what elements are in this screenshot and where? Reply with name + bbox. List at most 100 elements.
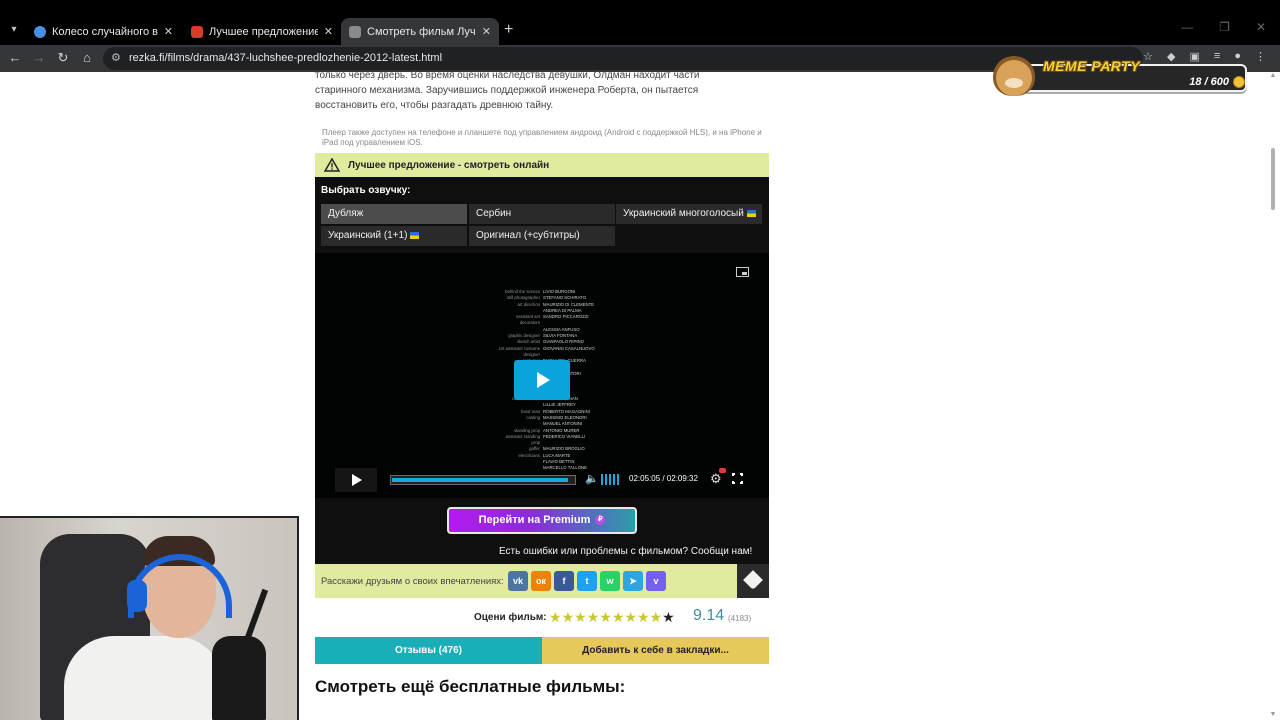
- scroll-up-icon[interactable]: ▲: [1268, 72, 1278, 79]
- progress-fill: [392, 478, 568, 482]
- credit-line: assistant standing prop FEDERICO VIANELLI: [497, 434, 607, 447]
- player-header: Лучшее предложение - смотреть онлайн: [315, 153, 769, 177]
- voice-option-ukr-1plus1[interactable]: Украинский (1+1): [321, 226, 467, 246]
- tab-wheel[interactable]: Колесо случайного выбора – Ч ✕: [26, 18, 181, 45]
- rating-stars[interactable]: ★ ★ ★ ★ ★ ★ ★ ★ ★ ★: [549, 609, 675, 625]
- ukraine-flag-icon: [746, 209, 756, 217]
- forward-icon[interactable]: →: [30, 49, 48, 67]
- tab-watch-movie[interactable]: Смотреть фильм Лучшее предл ✕: [341, 18, 499, 45]
- movie-description: только через дверь. Во время оценки насл…: [315, 70, 700, 111]
- player-section: Лучшее предложение - смотреть онлайн Выб…: [315, 153, 769, 598]
- meme-party-title: MEME PARTY: [1043, 58, 1141, 74]
- hd-badge: [719, 468, 726, 473]
- page-scrollbar[interactable]: ▲ ▼: [1268, 72, 1278, 720]
- voice-option-label: Оригинал (+субтитры): [476, 230, 580, 241]
- tab-movie-info[interactable]: Лучшее предложение, 2012 – ✕: [183, 18, 341, 45]
- whatsapp-share-icon[interactable]: w: [600, 571, 620, 591]
- viber-share-icon[interactable]: v: [646, 571, 666, 591]
- picture-in-picture-icon[interactable]: [736, 267, 749, 277]
- rating-star-icon[interactable]: ★: [624, 609, 637, 625]
- voice-option-dub[interactable]: Дубляж: [321, 204, 467, 224]
- ukraine-flag-icon: [410, 231, 420, 239]
- close-tab-icon[interactable]: ✕: [482, 25, 491, 38]
- voice-option-label: Сербин: [476, 208, 512, 219]
- rating-star-icon[interactable]: ★: [587, 609, 600, 625]
- reviews-button[interactable]: Отзывы (476): [315, 637, 542, 664]
- rating-star-icon[interactable]: ★: [637, 609, 650, 625]
- site-info-icon[interactable]: ⚙: [111, 51, 121, 64]
- voice-option-serbin[interactable]: Сербин: [469, 204, 615, 224]
- rating-star-icon[interactable]: ★: [662, 609, 675, 625]
- share-icons: vk ок f t w ➤ v: [508, 571, 666, 591]
- voice-option-original[interactable]: Оригинал (+субтитры): [469, 226, 615, 246]
- rating-star-icon[interactable]: ★: [574, 609, 587, 625]
- credit-name: GIOVANNI CASALNUOVO: [543, 345, 595, 351]
- credit-line: 1st assistant costume designer GIOVANNI C…: [497, 346, 607, 359]
- close-window-icon[interactable]: ✕: [1256, 20, 1266, 34]
- rating-star-icon[interactable]: ★: [549, 609, 562, 625]
- share-bar: Расскажи друзьям о своих впечатлениях: v…: [315, 564, 737, 598]
- webcam-overlay: [0, 516, 299, 720]
- premium-label: Перейти на Premium: [478, 514, 591, 526]
- playback-time: 02:05:05 / 02:09:32: [629, 474, 698, 483]
- webcam-microphone: [212, 636, 266, 720]
- tab-title: Лучшее предложение, 2012 –: [209, 25, 318, 38]
- credit-role: 1st assistant costume designer: [498, 345, 540, 357]
- tab-favicon-icon: [34, 25, 46, 38]
- voice-option-label: Украинский многоголосый: [623, 208, 744, 219]
- settings-gear-icon[interactable]: ⚙: [710, 471, 722, 487]
- voice-label: Выбрать озвучку:: [321, 185, 411, 196]
- doge-avatar: [993, 56, 1035, 96]
- tab-title: Смотреть фильм Лучшее предл: [367, 25, 476, 38]
- rating-label: Оцени фильм:: [474, 612, 547, 623]
- progress-bar[interactable]: [390, 475, 576, 485]
- reload-icon[interactable]: ↻: [54, 49, 72, 67]
- ok-share-icon[interactable]: ок: [531, 571, 551, 591]
- facebook-share-icon[interactable]: f: [554, 571, 574, 591]
- credit-role: assistant standing prop: [505, 433, 540, 446]
- rating-star-icon[interactable]: ★: [650, 609, 663, 625]
- more-movies-heading: Смотреть ещё бесплатные фильмы:: [315, 677, 626, 696]
- close-tab-icon[interactable]: ✕: [164, 25, 173, 38]
- report-problem-link[interactable]: Есть ошибки или проблемы с фильмом? Сооб…: [499, 546, 752, 557]
- new-tab-button[interactable]: +: [504, 21, 513, 39]
- player-title: Лучшее предложение - смотреть онлайн: [348, 159, 550, 171]
- address-bar[interactable]: ⚙ rezka.fi/films/drama/437-luchshee-pred…: [103, 47, 1143, 70]
- tab-search-icon[interactable]: ▾: [6, 22, 22, 38]
- fullscreen-icon[interactable]: [731, 472, 744, 485]
- scroll-down-icon[interactable]: ▼: [1268, 711, 1278, 718]
- volume-slider[interactable]: [601, 474, 619, 485]
- play-button[interactable]: [335, 468, 377, 492]
- rating-star-icon[interactable]: ★: [599, 609, 612, 625]
- rating-star-icon[interactable]: ★: [612, 609, 625, 625]
- premium-coin-icon: ₽: [595, 515, 606, 526]
- scroll-thumb[interactable]: [1271, 148, 1275, 210]
- player-controls: 🔈 02:05:05 / 02:09:32 ⚙: [335, 468, 749, 492]
- rating-score: 9.14: [693, 607, 725, 624]
- add-bookmark-button[interactable]: Добавить к себе в закладки...: [542, 637, 769, 664]
- close-tab-icon[interactable]: ✕: [324, 25, 333, 38]
- warning-icon: [323, 157, 341, 172]
- telegram-share-icon[interactable]: ➤: [623, 571, 643, 591]
- voice-option-ukr-multi[interactable]: Украинский многоголосый: [616, 204, 762, 224]
- maximize-icon[interactable]: ❐: [1219, 20, 1230, 34]
- twitter-share-icon[interactable]: t: [577, 571, 597, 591]
- webcam-headset-ear: [127, 580, 147, 612]
- home-icon[interactable]: ⌂: [78, 49, 96, 67]
- video-player[interactable]: behind the scenes LIVIO BURGONI still phot…: [315, 253, 769, 498]
- rating-star-icon[interactable]: ★: [562, 609, 575, 625]
- feedback-icon-button[interactable]: [737, 564, 769, 598]
- coin-icon: [1233, 76, 1245, 88]
- url-text[interactable]: rezka.fi/films/drama/437-luchshee-predlo…: [129, 52, 442, 64]
- vk-share-icon[interactable]: vk: [508, 571, 528, 591]
- rating-widget: Оцени фильм: ★ ★ ★ ★ ★ ★ ★ ★ ★ ★ 9.14 (4183): [474, 607, 764, 629]
- voice-option-label: Украинский (1+1): [328, 230, 408, 241]
- window-controls: — ❐ ✕: [1181, 20, 1266, 34]
- volume-icon[interactable]: 🔈: [585, 472, 599, 485]
- premium-button[interactable]: Перейти на Premium ₽: [447, 507, 637, 534]
- back-icon[interactable]: ←: [6, 49, 24, 67]
- minimize-icon[interactable]: —: [1181, 20, 1193, 34]
- share-label: Расскажи друзьям о своих впечатлениях:: [321, 576, 504, 587]
- big-play-button[interactable]: [514, 360, 570, 400]
- menu-icon[interactable]: ⋮: [1255, 50, 1266, 63]
